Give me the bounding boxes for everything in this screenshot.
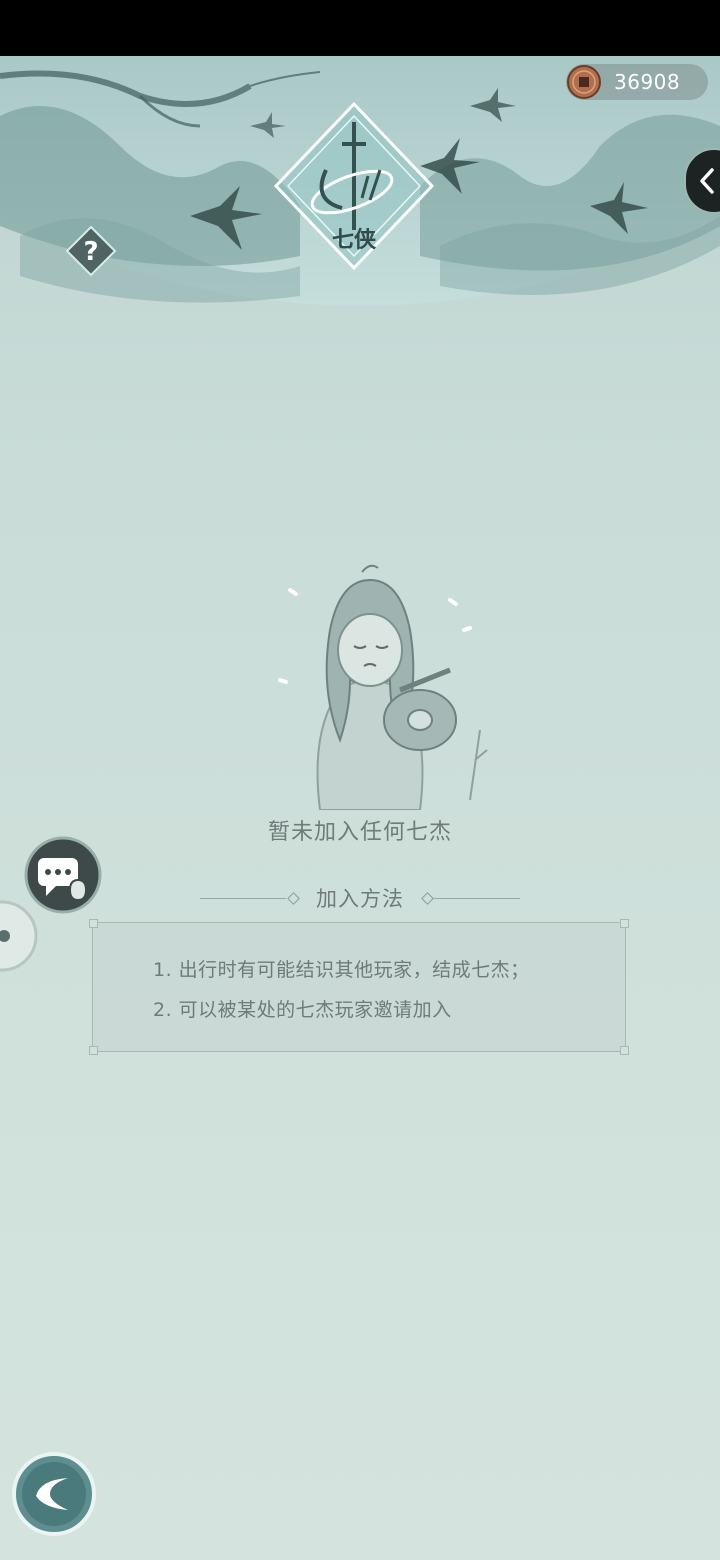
join-method-panel: 1. 出行时有可能结识其他玩家，结成七杰； 2. 可以被某处的七杰玩家邀请加入 <box>89 919 629 1055</box>
panel-corner <box>620 919 629 928</box>
join-method-line: 2. 可以被某处的七杰玩家邀请加入 <box>153 999 452 1021</box>
join-method-line: 1. 出行时有可能结识其他玩家，结成七杰； <box>153 959 530 981</box>
compass-icon <box>0 900 38 972</box>
copper-coin-icon <box>567 65 601 99</box>
qixia-emblem: 七侠 <box>272 100 436 272</box>
status-bar <box>0 0 720 56</box>
coin-count: 36908 <box>614 70 681 94</box>
join-method-heading: 加入方法 <box>0 882 720 916</box>
side-float-tab[interactable] <box>0 898 40 974</box>
panel-corner <box>89 919 98 928</box>
empty-state-character-illustration <box>278 564 488 810</box>
help-button[interactable]: ? <box>64 224 118 278</box>
back-button[interactable] <box>10 1450 98 1538</box>
emblem-title: 七侠 <box>331 228 376 253</box>
empty-state-message: 暂未加入任何七杰 <box>267 820 452 845</box>
side-collapse-button[interactable] <box>684 148 720 214</box>
copper-coin-counter[interactable]: 36908 <box>566 64 708 100</box>
question-mark-icon: ? <box>65 225 117 277</box>
divider-right <box>434 898 520 899</box>
svg-text:?: ? <box>83 237 98 267</box>
panel-corner <box>620 1046 629 1055</box>
back-arrow-icon <box>12 1452 96 1536</box>
chevron-left-icon <box>700 168 714 194</box>
join-method-title: 加入方法 <box>316 887 404 911</box>
panel-corner <box>89 1046 98 1055</box>
